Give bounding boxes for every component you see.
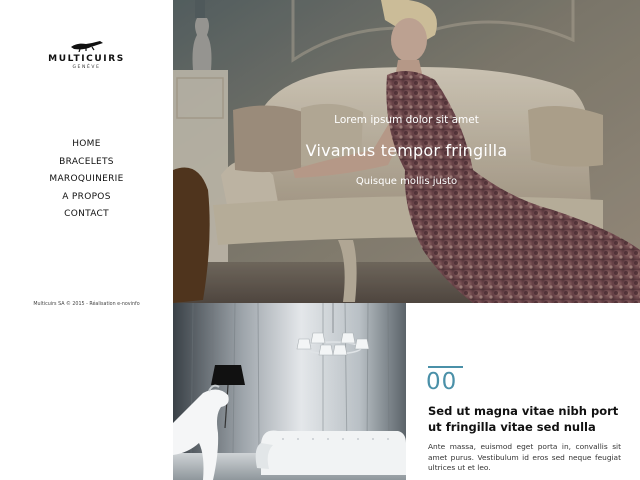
hero-kicker: Lorem ipsum dolor sit amet: [334, 114, 479, 126]
footer-credit[interactable]: Multicuirs SA © 2015 - Réalisation e-nov…: [0, 302, 173, 307]
hero-title: Vivamus tempor fringilla: [305, 141, 508, 160]
nav-item-home[interactable]: HOME: [0, 137, 173, 155]
sidebar: MULTICUIRS GENÈVE HOME BRACELETS MAROQUI…: [0, 0, 173, 480]
nav-item-a-propos[interactable]: A PROPOS: [0, 190, 173, 208]
accent-divider: [428, 366, 463, 368]
nav-item-contact[interactable]: CONTACT: [0, 207, 173, 225]
interior-image: [173, 303, 406, 480]
crocodile-logo-icon: [70, 41, 103, 52]
brand-name: MULTICUIRS: [48, 54, 125, 64]
hero-subtitle: Quisque mollis justo: [355, 176, 458, 187]
article-title[interactable]: Sed ut magna vitae nibh port ut fringill…: [428, 403, 628, 435]
main-nav: HOME BRACELETS MAROQUINERIE A PROPOS CON…: [0, 137, 173, 225]
article-teaser[interactable]: 00 Sed ut magna vitae nibh port ut fring…: [406, 303, 640, 480]
nav-item-bracelets[interactable]: BRACELETS: [0, 155, 173, 173]
article-body: Ante massa, euismod eget porta in, conva…: [428, 442, 621, 472]
hero-slider[interactable]: Lorem ipsum dolor sit amet Vivamus tempo…: [173, 0, 640, 303]
hero-caption: Lorem ipsum dolor sit amet Vivamus tempo…: [173, 0, 640, 303]
brand-subtitle: GENÈVE: [72, 65, 101, 70]
article-number: 00: [426, 369, 458, 395]
nav-item-maroquinerie[interactable]: MAROQUINERIE: [0, 172, 173, 190]
brand-logo[interactable]: MULTICUIRS GENÈVE: [0, 40, 173, 70]
interior-photo: [173, 303, 406, 480]
